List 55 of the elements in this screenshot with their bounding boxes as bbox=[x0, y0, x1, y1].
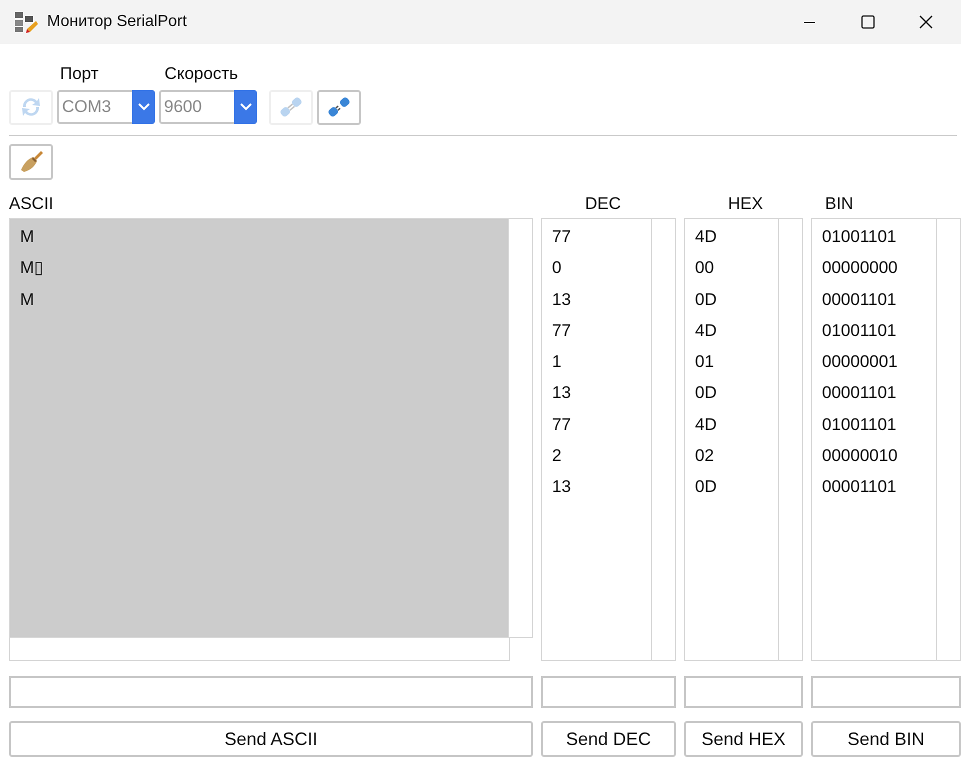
data-line: 13 bbox=[552, 476, 572, 498]
clear-button[interactable] bbox=[9, 144, 53, 180]
data-line: 00001101 bbox=[822, 476, 898, 498]
data-line: 77 bbox=[552, 226, 572, 248]
data-line: M▯ bbox=[20, 257, 44, 280]
maximize-icon bbox=[861, 15, 875, 29]
data-line: 01 bbox=[695, 351, 715, 374]
data-line: 0 bbox=[552, 257, 562, 280]
data-line: 00001101 bbox=[822, 382, 898, 404]
data-line: 0D bbox=[695, 382, 718, 404]
send-input-field[interactable] bbox=[684, 676, 803, 708]
chevron-down-icon bbox=[138, 103, 150, 111]
data-line: 0D bbox=[695, 288, 718, 311]
data-line: 00000010 bbox=[822, 445, 899, 468]
data-line: M bbox=[20, 288, 36, 311]
data-line: 01001101 bbox=[822, 226, 898, 248]
data-line: 2 bbox=[552, 445, 562, 468]
data-line: 01001101 bbox=[822, 414, 898, 436]
send-button[interactable]: Send HEX bbox=[684, 721, 803, 757]
data-line: 4D bbox=[695, 414, 718, 436]
disconnect-button[interactable] bbox=[317, 90, 361, 124]
column-header: ASCII bbox=[9, 194, 54, 215]
horizontal-scrollbar[interactable] bbox=[9, 638, 510, 661]
column-header: HEX bbox=[727, 194, 764, 215]
data-line: 4D bbox=[695, 226, 718, 248]
speed-label: Скорость bbox=[164, 64, 238, 84]
data-line: 4D bbox=[695, 320, 718, 342]
data-line: 77 bbox=[552, 414, 572, 436]
window-title: Монитор SerialPort bbox=[47, 13, 187, 31]
data-line: 1 bbox=[552, 351, 562, 374]
data-line: 02 bbox=[695, 445, 715, 468]
data-line: 01001101 bbox=[822, 320, 898, 342]
data-line: 77 bbox=[552, 320, 572, 342]
data-line: 00001101 bbox=[822, 288, 898, 311]
data-line: 0D bbox=[695, 476, 718, 498]
data-line: 13 bbox=[552, 288, 572, 311]
send-input-field[interactable] bbox=[541, 676, 676, 708]
port-label: Порт bbox=[60, 64, 99, 84]
close-icon bbox=[919, 15, 933, 29]
data-line: 00000001 bbox=[822, 351, 899, 374]
data-line: 13 bbox=[552, 382, 572, 404]
send-input-field[interactable] bbox=[9, 676, 533, 708]
column-header: DEC bbox=[584, 194, 622, 215]
brush-icon bbox=[18, 150, 44, 174]
vertical-scrollbar[interactable] bbox=[508, 219, 533, 637]
send-button[interactable]: Send DEC bbox=[541, 721, 676, 757]
data-line: 00 bbox=[695, 257, 715, 280]
send-button[interactable]: Send ASCII bbox=[9, 721, 533, 757]
chevron-down-icon bbox=[240, 103, 252, 111]
data-line: 00000000 bbox=[822, 257, 899, 280]
send-input-field[interactable] bbox=[811, 676, 961, 708]
send-button[interactable]: Send BIN bbox=[811, 721, 961, 757]
column-header: BIN bbox=[824, 194, 854, 215]
app-icon bbox=[14, 11, 38, 33]
data-line: M bbox=[20, 226, 36, 248]
